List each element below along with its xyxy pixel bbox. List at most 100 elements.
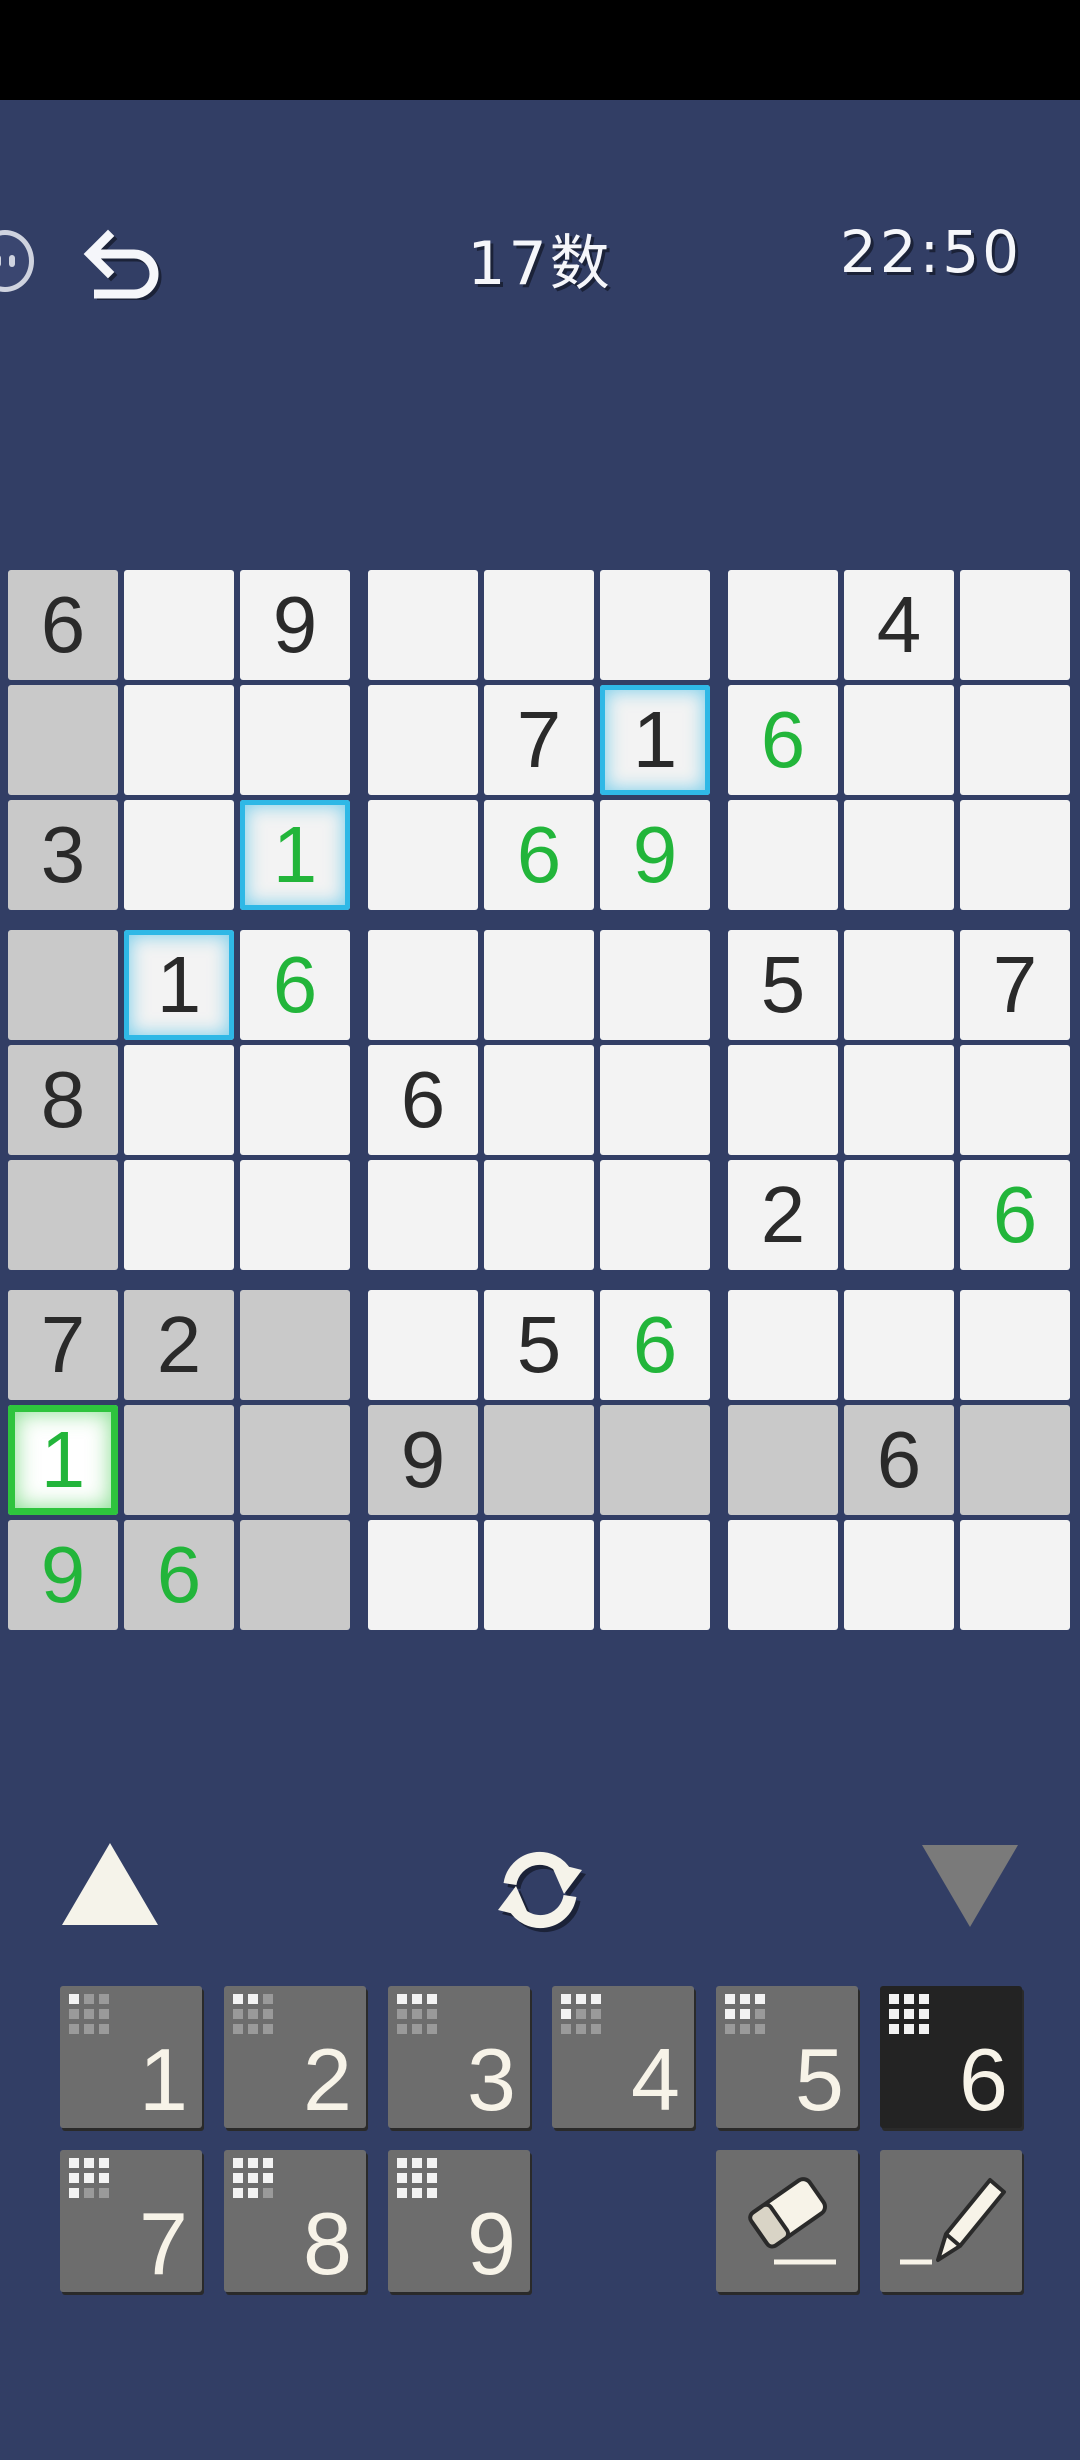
sudoku-cell[interactable]: 1: [600, 685, 710, 795]
sudoku-cell[interactable]: 7: [484, 685, 594, 795]
sudoku-cell[interactable]: 9: [368, 1405, 478, 1515]
number-key-2[interactable]: 2: [224, 1986, 366, 2128]
sudoku-cell[interactable]: [124, 570, 234, 680]
sudoku-cell[interactable]: 6: [600, 1290, 710, 1400]
sudoku-cell[interactable]: 8: [8, 1045, 118, 1155]
sudoku-cell[interactable]: [960, 685, 1070, 795]
sudoku-cell[interactable]: [240, 1520, 350, 1630]
sudoku-cell[interactable]: [600, 930, 710, 1040]
sudoku-cell[interactable]: 7: [960, 930, 1070, 1040]
sudoku-cell[interactable]: [728, 800, 838, 910]
number-key-8[interactable]: 8: [224, 2150, 366, 2292]
sudoku-cell[interactable]: 1: [124, 930, 234, 1040]
eraser-button[interactable]: [716, 2150, 858, 2292]
cell-digit: 1: [40, 1415, 86, 1504]
sudoku-cell[interactable]: [368, 1160, 478, 1270]
sudoku-cell[interactable]: [368, 1520, 478, 1630]
number-key-9[interactable]: 9: [388, 2150, 530, 2292]
progress-grid-icon: [233, 2158, 275, 2200]
number-key-1[interactable]: 1: [60, 1986, 202, 2128]
sudoku-cell[interactable]: [844, 685, 954, 795]
sudoku-cell[interactable]: [240, 1290, 350, 1400]
sudoku-cell[interactable]: 9: [8, 1520, 118, 1630]
sudoku-cell[interactable]: [368, 685, 478, 795]
cell-digit: 7: [516, 695, 562, 784]
refresh-icon[interactable]: [488, 1840, 592, 1940]
sudoku-cell[interactable]: [960, 1520, 1070, 1630]
sudoku-cell[interactable]: [728, 1520, 838, 1630]
sudoku-cell[interactable]: [600, 1045, 710, 1155]
sudoku-cell[interactable]: [368, 570, 478, 680]
sudoku-cell[interactable]: 5: [728, 930, 838, 1040]
sudoku-cell[interactable]: [484, 1405, 594, 1515]
sudoku-cell[interactable]: [600, 1520, 710, 1630]
sudoku-cell[interactable]: [124, 1405, 234, 1515]
number-key-7[interactable]: 7: [60, 2150, 202, 2292]
sudoku-cell[interactable]: [484, 1160, 594, 1270]
sudoku-cell[interactable]: 9: [600, 800, 710, 910]
sudoku-cell[interactable]: [960, 1405, 1070, 1515]
sudoku-cell[interactable]: 4: [844, 570, 954, 680]
sudoku-cell[interactable]: [600, 1160, 710, 1270]
sudoku-cell[interactable]: [844, 930, 954, 1040]
pencil-button[interactable]: [880, 2150, 1022, 2292]
sudoku-cell[interactable]: [844, 1160, 954, 1270]
sudoku-cell[interactable]: [600, 570, 710, 680]
sudoku-cell[interactable]: 6: [240, 930, 350, 1040]
sudoku-cell[interactable]: [844, 1520, 954, 1630]
sudoku-cell[interactable]: [484, 930, 594, 1040]
sudoku-cell[interactable]: [728, 1290, 838, 1400]
sudoku-cell[interactable]: [240, 1405, 350, 1515]
sudoku-cell[interactable]: 6: [960, 1160, 1070, 1270]
sudoku-cell[interactable]: 9: [240, 570, 350, 680]
sudoku-cell[interactable]: [728, 1405, 838, 1515]
sudoku-cell[interactable]: [240, 1160, 350, 1270]
sudoku-cell[interactable]: [240, 1045, 350, 1155]
sudoku-cell[interactable]: [124, 1045, 234, 1155]
sudoku-cell[interactable]: [124, 685, 234, 795]
sudoku-cell[interactable]: [8, 1160, 118, 1270]
sudoku-cell[interactable]: [844, 800, 954, 910]
sudoku-cell[interactable]: [728, 1045, 838, 1155]
sudoku-cell[interactable]: 2: [124, 1290, 234, 1400]
key-label: 1: [139, 2030, 188, 2129]
sudoku-cell[interactable]: [844, 1045, 954, 1155]
triangle-up-icon[interactable]: [62, 1843, 158, 1925]
sudoku-cell[interactable]: [600, 1405, 710, 1515]
sudoku-cell[interactable]: 5: [484, 1290, 594, 1400]
sudoku-cell[interactable]: [960, 800, 1070, 910]
cell-digit: 2: [156, 1300, 202, 1389]
sudoku-cell[interactable]: [844, 1290, 954, 1400]
number-key-5[interactable]: 5: [716, 1986, 858, 2128]
sudoku-cell[interactable]: [368, 1290, 478, 1400]
sudoku-cell[interactable]: 3: [8, 800, 118, 910]
triangle-down-icon[interactable]: [922, 1845, 1018, 1927]
sudoku-cell[interactable]: [124, 800, 234, 910]
sudoku-cell[interactable]: 7: [8, 1290, 118, 1400]
sudoku-cell[interactable]: [484, 1045, 594, 1155]
sudoku-cell[interactable]: [484, 1520, 594, 1630]
sudoku-cell[interactable]: 6: [484, 800, 594, 910]
sudoku-cell[interactable]: [484, 570, 594, 680]
number-key-3[interactable]: 3: [388, 1986, 530, 2128]
sudoku-cell[interactable]: [124, 1160, 234, 1270]
sudoku-cell[interactable]: 1: [8, 1405, 118, 1515]
sudoku-cell[interactable]: [8, 930, 118, 1040]
number-key-6[interactable]: 6: [880, 1986, 1022, 2128]
sudoku-cell[interactable]: 1: [240, 800, 350, 910]
sudoku-cell[interactable]: [8, 685, 118, 795]
sudoku-cell[interactable]: [240, 685, 350, 795]
sudoku-cell[interactable]: [728, 570, 838, 680]
sudoku-cell[interactable]: [368, 930, 478, 1040]
sudoku-cell[interactable]: [960, 570, 1070, 680]
sudoku-cell[interactable]: 6: [124, 1520, 234, 1630]
sudoku-cell[interactable]: [368, 800, 478, 910]
sudoku-cell[interactable]: 6: [368, 1045, 478, 1155]
sudoku-cell[interactable]: 6: [844, 1405, 954, 1515]
sudoku-cell[interactable]: 6: [728, 685, 838, 795]
sudoku-cell[interactable]: 6: [8, 570, 118, 680]
sudoku-cell[interactable]: [960, 1290, 1070, 1400]
sudoku-cell[interactable]: 2: [728, 1160, 838, 1270]
number-key-4[interactable]: 4: [552, 1986, 694, 2128]
sudoku-cell[interactable]: [960, 1045, 1070, 1155]
